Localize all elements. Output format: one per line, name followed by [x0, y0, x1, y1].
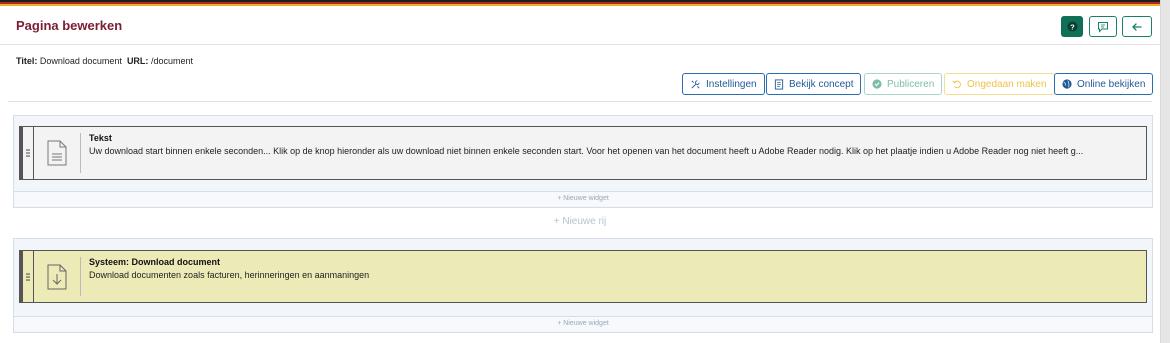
widget-body: Systeem: Download document Download docu… — [81, 251, 377, 302]
page-title: Pagina bewerken — [16, 18, 123, 33]
drag-handle[interactable] — [23, 127, 34, 179]
url-label: URL: — [126, 56, 149, 66]
download-file-icon — [47, 264, 67, 289]
publish-label: Publiceren — [887, 78, 935, 90]
globe-icon — [1062, 79, 1072, 89]
preview-button[interactable]: Bekijk concept — [766, 73, 862, 95]
widget-body: Tekst Uw download start binnen enkele se… — [81, 127, 1091, 179]
grip-icon — [26, 272, 30, 281]
grip-icon — [26, 149, 30, 157]
feedback-button[interactable] — [1089, 16, 1117, 37]
preview-label: Bekijk concept — [789, 78, 854, 90]
publish-button[interactable]: Publiceren — [864, 73, 943, 95]
undo-button[interactable]: Ongedaan maken — [944, 73, 1055, 95]
tools-icon — [691, 79, 700, 88]
widget-title: Tekst — [89, 133, 112, 143]
page-header: Pagina bewerken ? — [0, 6, 1160, 45]
new-row-button[interactable]: + Nieuwe rij — [0, 216, 1160, 227]
comment-icon — [1098, 21, 1108, 33]
page-meta: Titel: Download document URL: /document — [16, 56, 193, 66]
new-widget-button[interactable]: + Nieuwe widget — [14, 191, 1152, 206]
widget-icon-cell — [34, 257, 81, 296]
document-icon — [47, 140, 67, 166]
view-online-label: Online bekijken — [1077, 78, 1146, 90]
scrollbar[interactable] — [1161, 0, 1170, 343]
title-value: Download document — [39, 56, 122, 66]
arrow-left-icon — [1132, 22, 1142, 31]
help-button[interactable]: ? — [1061, 16, 1083, 37]
settings-label: Instellingen — [706, 78, 757, 90]
editor-panel: Pagina bewerken ? Titel: Download docume… — [0, 0, 1161, 343]
url-value: /document — [150, 56, 193, 66]
widget-title: Systeem: Download document — [89, 257, 221, 267]
widget-description: Uw download start binnen enkele seconden… — [89, 146, 1084, 156]
header-divider — [8, 101, 1152, 102]
back-button[interactable] — [1122, 16, 1152, 37]
title-label: Titel: — [16, 56, 38, 66]
widget-description: Download documenten zoals facturen, heri… — [89, 270, 370, 280]
check-circle-icon — [872, 79, 882, 89]
system-widget[interactable]: Systeem: Download document Download docu… — [19, 250, 1147, 303]
content-row: Systeem: Download document Download docu… — [13, 238, 1153, 333]
drag-handle[interactable] — [23, 251, 34, 302]
widget-icon-cell — [34, 133, 81, 173]
question-icon: ? — [1066, 21, 1078, 32]
text-widget[interactable]: Tekst Uw download start binnen enkele se… — [19, 126, 1147, 180]
svg-text:?: ? — [1070, 22, 1075, 31]
settings-button[interactable]: Instellingen — [682, 73, 765, 95]
undo-label: Ongedaan maken — [967, 78, 1047, 90]
undo-icon — [952, 80, 961, 89]
document-preview-icon — [774, 78, 784, 90]
content-row: Tekst Uw download start binnen enkele se… — [13, 115, 1153, 208]
new-widget-button[interactable]: + Nieuwe widget — [14, 316, 1152, 331]
view-online-button[interactable]: Online bekijken — [1054, 73, 1154, 95]
